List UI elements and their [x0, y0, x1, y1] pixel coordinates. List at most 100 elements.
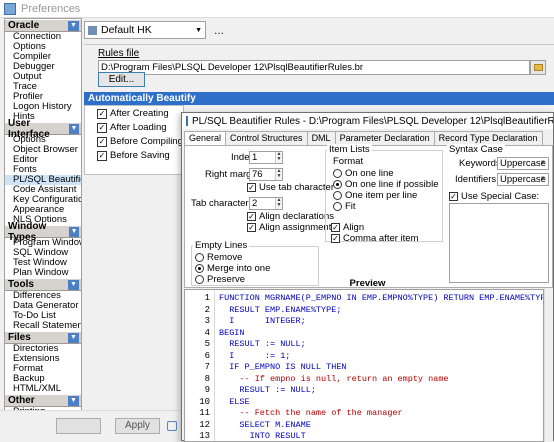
- empty-lines-radio[interactable]: Merge into one: [195, 263, 270, 274]
- format-radio-label: One item per line: [345, 190, 418, 201]
- align-assignments-checkbox[interactable]: ✓ Align assignments: [247, 222, 336, 233]
- sidebar-item[interactable]: Options: [5, 135, 81, 145]
- sidebar-group-header[interactable]: Oracle ▼: [5, 19, 81, 32]
- sidebar-item[interactable]: Logon History: [5, 102, 81, 112]
- sidebar-item[interactable]: Connection: [5, 32, 81, 42]
- auto-beautify-label: After Loading: [110, 122, 167, 133]
- comma-after-checkbox[interactable]: ✓ Comma after item: [331, 233, 419, 244]
- sidebar-group-header[interactable]: User Interface ▼: [5, 118, 81, 140]
- sidebar-item[interactable]: Object Browser: [5, 145, 81, 155]
- help-icon[interactable]: [167, 421, 177, 431]
- format-title: Format: [333, 156, 364, 167]
- code-line: RESULT := NULL;: [219, 385, 316, 395]
- sidebar: Oracle ▼ Connection Options Compiler Debugger…: [4, 18, 82, 441]
- empty-lines-radio-label: Remove: [207, 252, 243, 263]
- sidebar-group-header[interactable]: Tools ▼: [5, 278, 81, 291]
- ok-button[interactable]: [56, 418, 101, 434]
- sidebar-group-header[interactable]: Window Types ▼: [5, 221, 81, 243]
- sidebar-item[interactable]: Fonts: [5, 165, 81, 175]
- app-icon: [4, 2, 16, 15]
- use-tab-checkbox[interactable]: ✓ Use tab character: [247, 182, 334, 193]
- auto-beautify-label: After Creating: [110, 108, 169, 119]
- sidebar-item[interactable]: Data Generator: [5, 301, 81, 311]
- code-line: SELECT M.ENAME: [219, 419, 311, 430]
- sidebar-item[interactable]: HTML/XML: [5, 384, 81, 394]
- keywords-select[interactable]: Uppercase ▼: [497, 157, 549, 170]
- general-tab-panel: Indent 1 ▲ ▼ Right margin 76 ▲ ▼ ✓ Use tab ch…: [184, 144, 553, 288]
- line-number: 10: [199, 396, 210, 407]
- right-margin-value: 76: [252, 169, 263, 180]
- sidebar-item[interactable]: Extensions: [5, 354, 81, 364]
- empty-lines-radio[interactable]: Remove: [195, 252, 242, 263]
- divider: [84, 44, 554, 45]
- sidebar-item[interactable]: Program Window: [5, 238, 81, 248]
- sidebar-item[interactable]: Directories: [5, 344, 81, 354]
- sidebar-item[interactable]: Key Configuration: [5, 195, 81, 205]
- sidebar-item[interactable]: Output: [5, 72, 81, 82]
- sidebar-item[interactable]: Compiler: [5, 52, 81, 62]
- more-button[interactable]: ...: [214, 23, 224, 37]
- sidebar-item[interactable]: Format: [5, 364, 81, 374]
- radio-icon: [333, 191, 342, 200]
- use-special-case-checkbox[interactable]: ✓ Use Special Case:: [449, 191, 539, 202]
- align-checkbox[interactable]: ✓ Align: [331, 222, 364, 233]
- sidebar-item[interactable]: Options: [5, 42, 81, 52]
- sidebar-item[interactable]: Appearance: [5, 205, 81, 215]
- sidebar-item[interactable]: Recall Statement: [5, 321, 81, 331]
- auto-beautify-checkbox[interactable]: ✓ After Creating: [85, 107, 183, 120]
- format-radio[interactable]: One item per line: [333, 190, 417, 201]
- preview-editor[interactable]: 1 2 3 4 5 6 7 8 9 10 11 12 13 FUNCTION MGRNAME(P_EMP…: [184, 289, 544, 442]
- format-radio[interactable]: Fit: [333, 201, 356, 212]
- edit-button[interactable]: Edit...: [98, 72, 145, 87]
- sidebar-item[interactable]: Trace: [5, 82, 81, 92]
- sidebar-item[interactable]: Backup: [5, 374, 81, 384]
- tab-size-spinner[interactable]: 2 ▲ ▼: [249, 197, 283, 210]
- sidebar-group-header[interactable]: Other ▼: [5, 394, 81, 407]
- apply-button[interactable]: Apply: [115, 418, 160, 434]
- special-case-list[interactable]: [449, 203, 549, 283]
- format-radio[interactable]: On one line if possible: [333, 179, 438, 190]
- sidebar-item[interactable]: SQL Window: [5, 248, 81, 258]
- preview-scrollbar[interactable]: [544, 289, 553, 442]
- tab-dml[interactable]: DML: [306, 131, 336, 145]
- format-radio-label: Fit: [345, 201, 356, 212]
- tab-parameter-declaration[interactable]: Parameter Declaration: [334, 131, 435, 145]
- sidebar-item[interactable]: Differences: [5, 291, 81, 301]
- spin-arrows-icon: ▲ ▼: [275, 168, 282, 180]
- keywords-label: Keywords: [459, 158, 501, 169]
- align-declarations-checkbox[interactable]: ✓ Align declarations: [247, 211, 334, 222]
- sidebar-item[interactable]: Test Window: [5, 258, 81, 268]
- tab-record-type-declaration[interactable]: Record Type Declaration: [433, 131, 543, 145]
- user-select[interactable]: Default HK ▼: [84, 21, 206, 39]
- sidebar-item[interactable]: Profiler: [5, 92, 81, 102]
- chevron-down-icon: ▼: [69, 226, 79, 237]
- identifiers-select[interactable]: Uppercase ▼: [497, 173, 549, 186]
- code-line: -- If empno is null, return an empty nam…: [219, 373, 449, 384]
- sidebar-group-label: Tools: [8, 279, 34, 290]
- sidebar-item[interactable]: Plan Window: [5, 268, 81, 278]
- user-select-value: Default HK: [101, 24, 152, 36]
- auto-beautify-checkbox[interactable]: ✓ Before Compiling: [85, 135, 183, 148]
- sidebar-item[interactable]: Code Assistant: [5, 185, 81, 195]
- sidebar-item[interactable]: Editor: [5, 155, 81, 165]
- checkbox-checked-icon: ✓: [97, 108, 107, 119]
- preview-label: Preview: [349, 278, 386, 289]
- tab-general[interactable]: General: [184, 131, 227, 146]
- code-line: I := 1;: [219, 350, 291, 361]
- spin-arrows-icon: ▲ ▼: [275, 197, 282, 209]
- sidebar-item[interactable]: Debugger: [5, 62, 81, 72]
- browse-folder-button[interactable]: [530, 60, 546, 75]
- sidebar-group-label: Files: [8, 332, 31, 343]
- indent-spinner[interactable]: 1 ▲ ▼: [249, 151, 283, 164]
- line-number: 2: [204, 304, 210, 315]
- auto-beautify-checkbox[interactable]: ✓ After Loading: [85, 121, 183, 134]
- auto-beautify-checkbox[interactable]: ✓ Before Saving: [85, 149, 183, 162]
- sidebar-item[interactable]: To-Do List: [5, 311, 81, 321]
- sidebar-group-header[interactable]: Files ▼: [5, 331, 81, 344]
- rules-file-input[interactable]: D:\Program Files\PLSQL Developer 12\Plsq…: [98, 60, 530, 75]
- format-radio[interactable]: On one line: [333, 168, 394, 179]
- tab-control-structures[interactable]: Control Structures: [225, 131, 308, 145]
- right-margin-spinner[interactable]: 76 ▲ ▼: [249, 168, 283, 181]
- sidebar-item[interactable]: PL/SQL Beautifier: [5, 175, 81, 185]
- format-radio-label: On one line if possible: [345, 179, 439, 190]
